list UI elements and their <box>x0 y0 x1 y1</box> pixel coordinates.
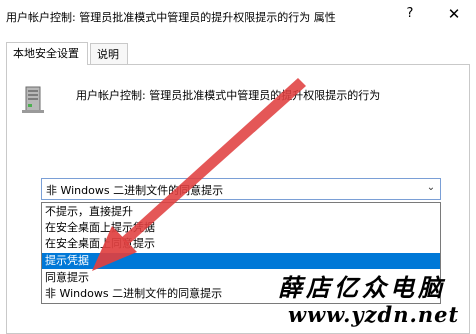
option-no-prompt[interactable]: 不提示，直接提升 <box>42 204 440 220</box>
setting-dropdown-value: 非 Windows 二进制文件的同意提示 <box>46 184 224 197</box>
window-title: 用户帐户控制: 管理员批准模式中管理员的提升权限提示的行为 属性 <box>6 11 336 24</box>
server-computer-icon <box>22 86 44 113</box>
option-consent-secure-desktop[interactable]: 在安全桌面上同意提示 <box>42 236 440 252</box>
help-button[interactable]: ? <box>402 6 418 22</box>
close-button[interactable]: ✕ <box>445 5 463 23</box>
tab-local-security-setting[interactable]: 本地安全设置 <box>6 42 88 65</box>
title-bar: 用户帐户控制: 管理员批准模式中管理员的提升权限提示的行为 属性 ? ✕ <box>0 0 476 30</box>
watermark-url: www.yzdn.net <box>288 302 460 327</box>
option-prompt-credentials-secure-desktop[interactable]: 在安全桌面上提示凭据 <box>42 220 440 236</box>
chevron-down-icon[interactable]: ⌄ <box>425 181 437 195</box>
setting-dropdown[interactable]: 非 Windows 二进制文件的同意提示 ⌄ <box>41 178 441 200</box>
tab-explain[interactable]: 说明 <box>90 43 128 64</box>
policy-title: 用户帐户控制: 管理员批准模式中管理员的提升权限提示的行为 <box>76 89 381 102</box>
option-prompt-credentials[interactable]: 提示凭据 <box>42 253 440 269</box>
watermark-brand: 薛店亿众电脑 <box>278 273 446 302</box>
